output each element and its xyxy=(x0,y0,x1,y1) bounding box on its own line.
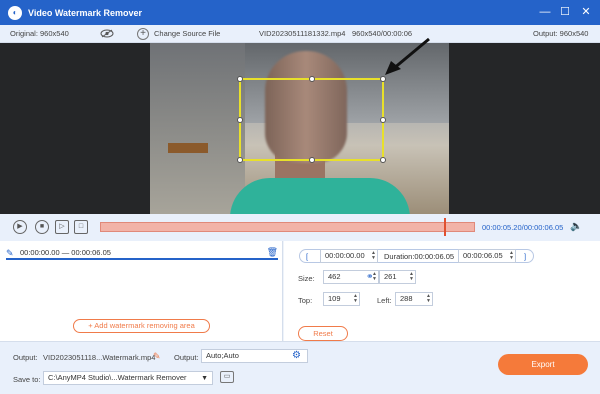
height-field[interactable]: 261 ▲ ▼ xyxy=(379,270,416,284)
pointer-arrow-icon xyxy=(385,37,430,75)
output-resolution: Output: 960x540 xyxy=(533,29,589,38)
reset-button[interactable]: Reset xyxy=(298,326,348,341)
segment-row[interactable]: ✎ 00:00:00.00 — 00:00:06.05 🗑 xyxy=(6,246,278,260)
output-bar: Output: VID2023051118...Watermark.mp4 ✎ … xyxy=(0,341,600,394)
original-resolution: Original: 960x540 xyxy=(10,29,69,38)
trash-icon[interactable]: 🗑 xyxy=(267,247,278,258)
gear-icon[interactable]: ⚙ xyxy=(292,350,301,361)
title-bar: ◐ Video Watermark Remover — ☐ ✕ xyxy=(0,0,600,25)
minimize-button[interactable]: — xyxy=(538,5,552,19)
spin-icon[interactable]: ▲ ▼ xyxy=(409,272,414,282)
set-end-icon[interactable]: ] xyxy=(524,252,526,261)
trim-time-row: [ 00:00:00.00 ▲ ▼ Duration:00:00:06.05 00:… xyxy=(299,249,534,263)
resize-handle[interactable] xyxy=(237,157,243,163)
source-filename: VID20230511181332.mp4 xyxy=(259,29,346,38)
link-aspect-icon[interactable]: ⚭ xyxy=(366,271,374,282)
resize-handle[interactable] xyxy=(309,157,315,163)
set-start-icon[interactable]: [ xyxy=(306,252,308,261)
top-field[interactable]: 109 ▲ ▼ xyxy=(323,292,360,306)
playback-controls: ▶ ■ ▷ □ 00:00:05.20/00:00:06.05 🔈 xyxy=(0,214,600,241)
dropdown-icon[interactable]: ▼ xyxy=(201,373,208,385)
change-source-link[interactable]: Change Source File xyxy=(154,29,220,38)
saveto-field[interactable]: C:\AnyMP4 Studio\...Watermark Remover ▼ xyxy=(43,371,213,385)
top-label: Top: xyxy=(298,296,313,305)
export-button[interactable]: Export xyxy=(498,354,588,375)
spin-icon[interactable]: ▲ ▼ xyxy=(509,251,514,261)
timeline-track[interactable] xyxy=(100,222,475,232)
resize-handle[interactable] xyxy=(380,157,386,163)
watermark-selection-box[interactable] xyxy=(237,76,386,163)
shelf xyxy=(168,143,208,153)
folder-icon[interactable]: ▭ xyxy=(220,371,234,383)
time-display: 00:00:05.20/00:00:06.05 xyxy=(482,223,564,232)
volume-icon[interactable]: 🔈 xyxy=(570,221,582,232)
maximize-button[interactable]: ☐ xyxy=(558,5,572,19)
segment-panel: ✎ 00:00:00.00 — 00:00:06.05 🗑 + Add wate… xyxy=(0,241,283,341)
playhead[interactable] xyxy=(444,218,446,236)
stop-icon[interactable]: ■ xyxy=(35,220,49,234)
spin-icon[interactable]: ▲ ▼ xyxy=(371,251,376,261)
spin-icon[interactable]: ▲ ▼ xyxy=(426,294,431,304)
eye-icon[interactable] xyxy=(100,29,114,38)
info-bar: Original: 960x540 + Change Source File V… xyxy=(0,25,600,43)
settings-panel: [ 00:00:00.00 ▲ ▼ Duration:00:00:06.05 00:… xyxy=(284,241,600,341)
add-watermark-area-button[interactable]: + Add watermark removing area xyxy=(73,319,210,333)
left-label: Left: xyxy=(377,296,392,305)
output-label: Output: xyxy=(13,353,38,362)
app-logo-icon: ◐ xyxy=(8,5,22,20)
loop-icon[interactable]: □ xyxy=(74,220,88,234)
edit-icon: ✎ xyxy=(6,248,14,258)
edit-filename-icon[interactable]: ✎ xyxy=(153,351,161,362)
resize-handle[interactable] xyxy=(309,76,315,82)
segment-range: 00:00:00.00 — 00:00:06.05 xyxy=(20,247,111,257)
duration-text: Duration:00:00:06.05 xyxy=(384,252,455,261)
resize-handle[interactable] xyxy=(237,117,243,123)
start-time-field[interactable]: 00:00:00.00 ▲ ▼ xyxy=(320,249,378,263)
output-filename: VID2023051118...Watermark.mp4 xyxy=(43,353,156,362)
app-title: Video Watermark Remover xyxy=(28,7,143,18)
resize-handle[interactable] xyxy=(237,76,243,82)
left-field[interactable]: 288 ▲ ▼ xyxy=(395,292,433,306)
resize-handle[interactable] xyxy=(380,117,386,123)
close-button[interactable]: ✕ xyxy=(579,5,593,19)
format-label: Output: xyxy=(174,353,199,362)
end-time-field[interactable]: 00:00:06.05 ▲ ▼ xyxy=(458,249,516,263)
next-frame-icon[interactable]: ▷ xyxy=(55,220,69,234)
saveto-label: Save to: xyxy=(13,375,41,384)
spin-icon[interactable]: ▲ ▼ xyxy=(353,294,358,304)
play-icon[interactable]: ▶ xyxy=(13,220,27,234)
size-label: Size: xyxy=(298,274,315,283)
add-source-icon[interactable]: + xyxy=(137,28,149,40)
